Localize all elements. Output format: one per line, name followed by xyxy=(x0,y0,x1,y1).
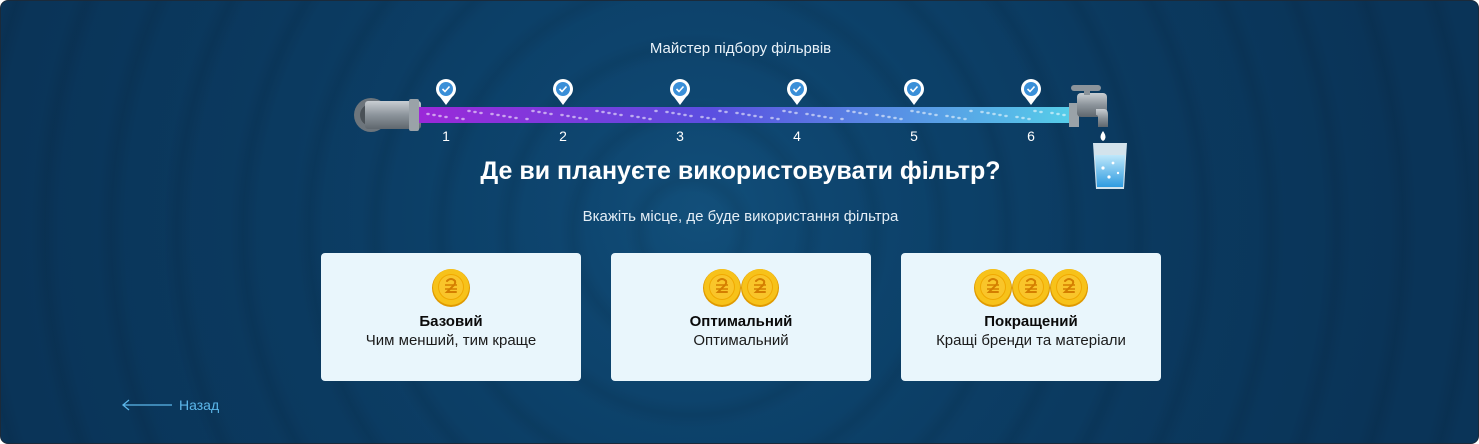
hryvnia-coin-icon xyxy=(1050,269,1088,307)
pipe-elbow-icon xyxy=(354,98,421,132)
option-description: Оптимальний xyxy=(693,332,789,349)
option-title: Покращений xyxy=(984,313,1078,330)
faucet-icon xyxy=(1069,85,1108,141)
coins-row xyxy=(611,267,871,309)
coins-row xyxy=(321,267,581,309)
pipe-water-bar xyxy=(419,107,1069,123)
step-number: 5 xyxy=(910,128,918,144)
option-title: Оптимальний xyxy=(689,313,793,330)
option-title: Базовий xyxy=(419,313,483,330)
arrow-left-icon xyxy=(121,399,172,411)
step-number: 2 xyxy=(559,128,567,144)
step-number: 1 xyxy=(442,128,450,144)
option-card-basic[interactable]: Базовий Чим менший, тим краще xyxy=(321,253,581,381)
step-number: 4 xyxy=(793,128,801,144)
option-description: Кращі бренди та матеріали xyxy=(936,332,1126,349)
step-number: 6 xyxy=(1027,128,1035,144)
option-card-improved[interactable]: Покращений Кращі бренди та матеріали xyxy=(901,253,1161,381)
wizard-panel: Майстер підбору фільрвів 1 2 3 4 5 6 Де … xyxy=(0,0,1479,444)
question-subtitle: Вкажіть місце, де буде використання філь… xyxy=(582,208,899,225)
wizard-title: Майстер підбору фільрвів xyxy=(649,40,832,57)
step-check-icon xyxy=(904,79,924,105)
option-description: Чим менший, тим краще xyxy=(365,332,537,349)
coins-row xyxy=(901,267,1161,309)
step-number: 3 xyxy=(676,128,684,144)
step-check-icon xyxy=(436,79,456,105)
step-check-icon xyxy=(1021,78,1041,105)
back-label: Назад xyxy=(179,397,220,413)
hryvnia-coin-icon xyxy=(432,269,470,307)
hryvnia-coin-icon xyxy=(974,269,1012,307)
step-check-icon xyxy=(553,79,573,105)
question-title: Де ви плануєте використовувати фільтр? xyxy=(480,157,1001,185)
option-card-optimal[interactable]: Оптимальний Оптимальний xyxy=(611,253,871,381)
step-check-icon xyxy=(787,79,807,105)
hryvnia-coin-icon xyxy=(1012,269,1050,307)
step-check-icon xyxy=(670,79,690,105)
hryvnia-coin-icon xyxy=(703,269,741,307)
hryvnia-coin-icon xyxy=(741,269,779,307)
